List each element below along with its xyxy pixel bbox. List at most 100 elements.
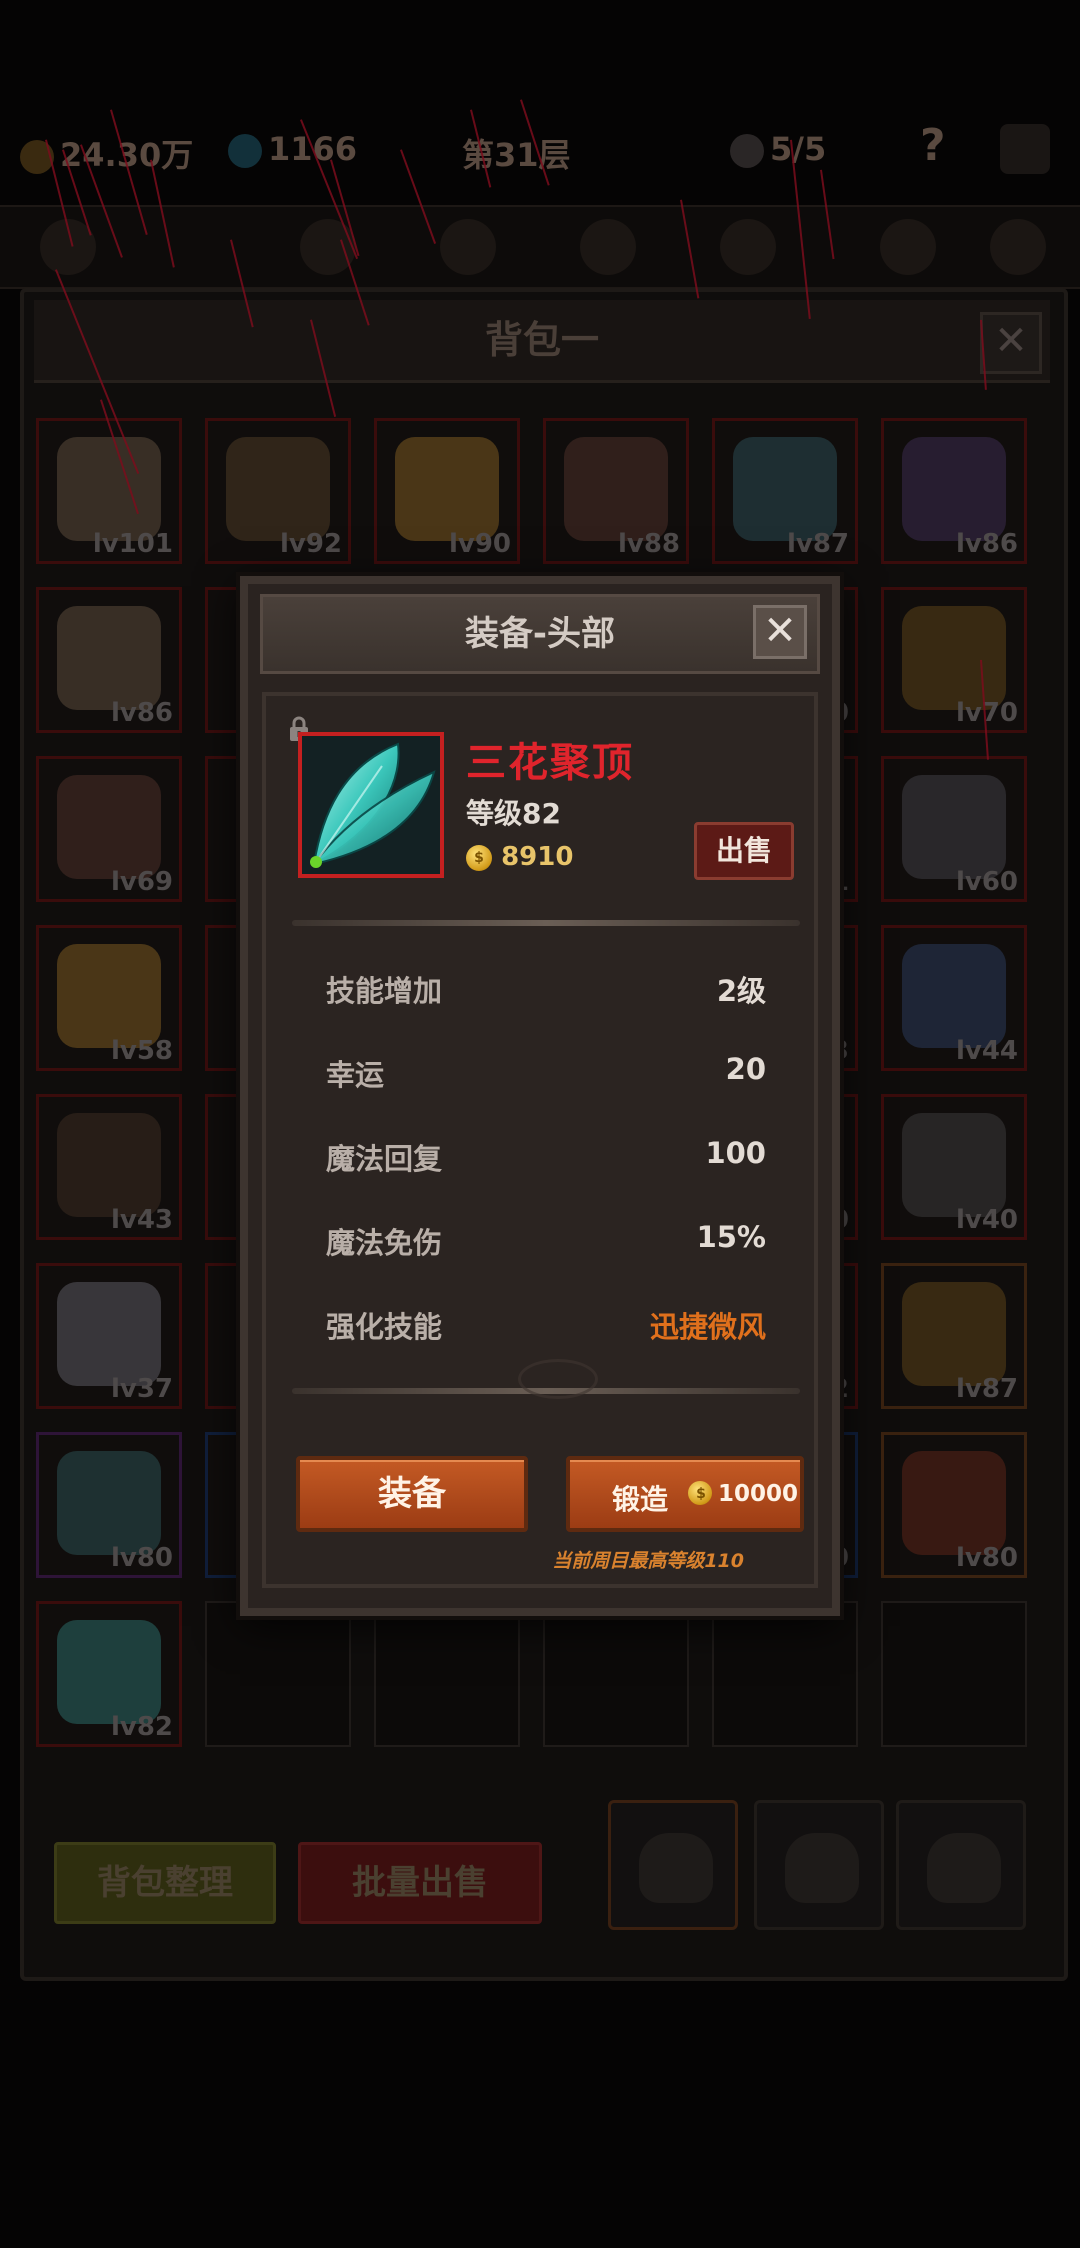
gem-counter: 1166 (228, 130, 357, 168)
stat-label: 魔法回复 (326, 1142, 443, 1176)
armor-icon (902, 775, 1006, 879)
gold-coin-icon (466, 844, 492, 871)
stat-value: 迅捷微风 (649, 1310, 766, 1344)
forge-button[interactable]: 锻造 10000 (566, 1456, 804, 1532)
bag-item-slot[interactable]: lv82 (36, 1601, 182, 1747)
gold-coin-icon (688, 1481, 714, 1507)
bag-item-slot[interactable]: lv86 (881, 418, 1027, 564)
empty-bag-slot (712, 1601, 858, 1747)
hero-portrait (720, 219, 776, 275)
bag-item-slot[interactable]: lv88 (543, 418, 689, 564)
divider (292, 920, 800, 926)
crystal-wings-icon (57, 1620, 161, 1724)
item-name: 三花聚顶 (466, 740, 634, 786)
stat-label: 技能增加 (326, 974, 443, 1008)
item-level-label: lv40 (955, 1205, 1018, 1235)
top-resource-bar: 24.30万 1166 第31层 5/5 ? (0, 110, 1080, 190)
item-price-value: 8910 (501, 842, 574, 872)
helmet-icon (57, 606, 161, 710)
bag-item-slot[interactable]: lv80 (881, 1432, 1027, 1578)
hero-portrait (880, 219, 936, 275)
stat-row: 强化技能 迅捷微风 (326, 1304, 766, 1348)
bag-item-slot[interactable]: lv40 (881, 1094, 1027, 1240)
bag-item-slot[interactable]: lv86 (36, 587, 182, 733)
item-level-label: lv58 (110, 1036, 173, 1066)
stat-label: 强化技能 (326, 1310, 443, 1344)
item-level-label: lv80 (110, 1543, 173, 1573)
sort-bag-button[interactable]: 背包整理 (54, 1842, 276, 1924)
item-level-label: lv87 (786, 529, 849, 559)
trident-icon (57, 775, 161, 879)
item-level-label: lv88 (617, 529, 680, 559)
backpack-icon (639, 1833, 713, 1903)
stat-label: 幸运 (326, 1058, 385, 1092)
bag-item-slot[interactable]: lv69 (36, 756, 182, 902)
trident-icon (564, 437, 668, 541)
settings-icon[interactable] (1000, 124, 1050, 174)
item-level-label: lv80 (955, 1543, 1018, 1573)
modal-title: 装备-头部 (464, 614, 616, 654)
item-icon-frame (298, 732, 444, 878)
empty-bag-slot (543, 1601, 689, 1747)
divider-ornament (518, 1359, 598, 1399)
bag-item-slot[interactable]: lv87 (881, 1263, 1027, 1409)
item-level-label: lv101 (92, 529, 173, 559)
backpack-icon (927, 1833, 1001, 1903)
bag-tab-3[interactable] (896, 1800, 1026, 1930)
stat-row: 技能增加 2级 (326, 968, 766, 1012)
bag-item-slot[interactable]: lv70 (881, 587, 1027, 733)
equip-button[interactable]: 装备 (296, 1456, 528, 1532)
hero-portrait (990, 219, 1046, 275)
item-level-label: lv90 (448, 529, 511, 559)
bow-icon (57, 1113, 161, 1217)
batch-sell-button[interactable]: 批量出售 (298, 1842, 542, 1924)
modal-title-bar: 装备-头部 ✕ (260, 594, 820, 674)
kill-value: 5/5 (770, 130, 827, 168)
helmet-icon (57, 437, 161, 541)
bag-title: 背包一 (34, 300, 1050, 383)
close-icon[interactable]: ✕ (980, 312, 1042, 374)
equipment-detail-modal: 装备-头部 ✕ 三花聚顶 等级82 8910 出售 (240, 576, 840, 1616)
bag-item-slot[interactable]: lv37 (36, 1263, 182, 1409)
bag-item-slot[interactable]: lv101 (36, 418, 182, 564)
item-level-label: lv86 (110, 698, 173, 728)
bag-item-slot[interactable]: lv80 (36, 1432, 182, 1578)
gun-icon (902, 437, 1006, 541)
bag-tab-2[interactable] (754, 1800, 884, 1930)
stat-value: 15% (696, 1220, 766, 1254)
item-level-label: lv69 (110, 867, 173, 897)
sword-icon (902, 944, 1006, 1048)
item-level-label: lv92 (279, 529, 342, 559)
hero-portrait (300, 219, 356, 275)
item-level-label: lv44 (955, 1036, 1018, 1066)
stat-row: 幸运 20 (326, 1052, 766, 1096)
hero-portrait (580, 219, 636, 275)
sell-button[interactable]: 出售 (694, 822, 794, 880)
stat-value: 20 (725, 1052, 766, 1086)
bag-item-slot[interactable]: lv44 (881, 925, 1027, 1071)
bag-item-slot[interactable]: lv90 (374, 418, 520, 564)
axe-icon (733, 437, 837, 541)
help-icon: ? (920, 120, 946, 171)
item-level-label: lv87 (955, 1374, 1018, 1404)
item-level: 等级82 (466, 797, 561, 830)
mace-icon (902, 1451, 1006, 1555)
forge-cost: 10000 (718, 1481, 799, 1507)
item-price: 8910 (466, 842, 573, 872)
hero-portrait (440, 219, 496, 275)
gold-counter: 24.30万 (20, 130, 193, 176)
close-icon[interactable]: ✕ (753, 605, 807, 659)
bag-item-slot[interactable]: lv87 (712, 418, 858, 564)
bag-item-slot[interactable]: lv43 (36, 1094, 182, 1240)
gem-icon (228, 134, 262, 168)
bag-item-slot[interactable]: lv58 (36, 925, 182, 1071)
bag-tab-1[interactable] (608, 1800, 738, 1930)
forge-label: 锻造 (612, 1483, 669, 1516)
bag-item-slot[interactable]: lv60 (881, 756, 1027, 902)
item-level-label: lv37 (110, 1374, 173, 1404)
item-level-label: lv43 (110, 1205, 173, 1235)
orb-icon (57, 1451, 161, 1555)
bag-item-slot[interactable]: lv92 (205, 418, 351, 564)
help-button[interactable]: ? (920, 120, 946, 171)
stat-value: 2级 (716, 974, 766, 1008)
